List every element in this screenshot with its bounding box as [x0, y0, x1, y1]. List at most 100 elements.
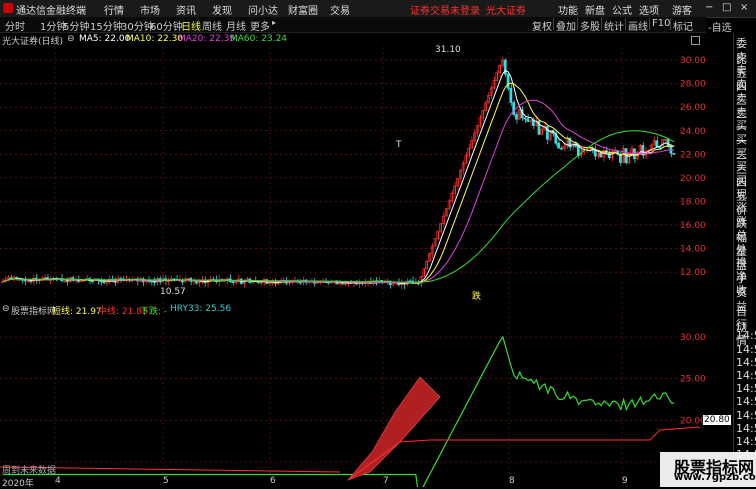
indicator-grid: 30.0025.0020.0015.00: [0, 302, 706, 487]
candle-body: [442, 215, 445, 224]
short-line: [3, 335, 675, 487]
candlesticks: [1, 56, 676, 290]
candle-body: [529, 119, 532, 122]
candle-body: [461, 162, 465, 172]
candle-body: [484, 102, 487, 111]
date-month: 9: [622, 476, 628, 486]
candle-body: [473, 132, 476, 141]
candle-body: [481, 110, 485, 119]
price-tick: 14.00: [680, 245, 706, 255]
more-arrow-icon[interactable]: ▸: [272, 18, 276, 27]
menu-news[interactable]: 资讯: [176, 2, 196, 17]
tool-multi-stock[interactable]: 多股: [580, 18, 600, 33]
candle-body: [498, 64, 502, 74]
candle-body: [315, 282, 319, 284]
candle-body: [231, 281, 235, 284]
period-60min[interactable]: 60分钟: [150, 18, 183, 33]
candle-body: [62, 280, 66, 282]
candle-body: [433, 238, 437, 247]
menu-discover[interactable]: 发现: [212, 2, 232, 17]
candle-body: [652, 140, 656, 146]
candle-body: [562, 145, 566, 149]
candle-body: [540, 128, 544, 135]
tick-time-label: 14:5: [736, 408, 756, 422]
candle-body: [655, 140, 659, 148]
menu-quotes[interactable]: 行情: [104, 2, 124, 17]
app-logo-icon: [3, 3, 13, 13]
candle-body: [557, 142, 560, 149]
tool-mark[interactable]: 标记: [673, 18, 693, 33]
date-month: 8: [509, 476, 515, 486]
divider: [553, 18, 554, 30]
menu-trade[interactable]: 交易: [330, 2, 350, 17]
login-notice[interactable]: 证券交易未登录: [410, 2, 480, 17]
candle-body: [464, 155, 468, 164]
collapse-icon[interactable]: ⊖: [2, 304, 10, 314]
fall-label: 下跌: -: [140, 307, 168, 317]
candle-body: [197, 281, 201, 284]
maximize-button[interactable]: □: [722, 2, 731, 13]
candle-body: [588, 148, 591, 150]
tool-add-watchlist[interactable]: -自选: [708, 19, 732, 34]
menu-formula[interactable]: 公式: [612, 2, 632, 17]
candle-body: [658, 146, 662, 149]
menu-functions[interactable]: 功能: [558, 2, 578, 17]
price-tick: 28.00: [680, 80, 706, 90]
price-tick: 18.00: [680, 197, 706, 207]
menu-bar: 通达信金融终端 行情 市场 资讯 发现 问小达 财富圈 交易 证券交易未登录 光…: [0, 0, 756, 18]
candle-body: [65, 280, 69, 283]
ma10-label: MA10: 22.30: [126, 34, 184, 44]
period-5min[interactable]: 5分钟: [63, 18, 89, 33]
broker-name[interactable]: 光大证券: [486, 2, 526, 17]
candle-body: [91, 280, 94, 283]
period-monthly[interactable]: 月线: [226, 18, 246, 33]
tool-restore-rights[interactable]: 复权: [532, 18, 552, 33]
future-data-note: 周到未来数据: [2, 466, 57, 476]
period-timeshare[interactable]: 分时: [5, 18, 25, 33]
candle-body: [672, 153, 676, 155]
kline-svg: 30.00 28.00 26.00 24.00 22.00 20.00 18.00 16.00…: [0, 47, 706, 298]
window-box-icon[interactable]: [691, 36, 700, 45]
period-more[interactable]: 更多: [250, 18, 270, 33]
menu-ask[interactable]: 问小达: [248, 2, 278, 17]
price-tick: 26.00: [680, 103, 706, 113]
period-30min[interactable]: 30分钟: [121, 18, 154, 33]
date-year: 2020年: [2, 479, 34, 489]
candle-body: [512, 102, 516, 115]
price-tick: 30.00: [680, 56, 706, 66]
indicator-panel[interactable]: 30.0025.0020.0015.00 ⊖ 股票指标网 短线: 21.97 中…: [0, 302, 731, 487]
price-tick: 20.00: [680, 174, 706, 184]
period-daily[interactable]: 日线: [181, 18, 201, 33]
candle-body: [268, 282, 271, 284]
collapse-icon[interactable]: ⊖: [67, 34, 75, 44]
candle-body: [489, 87, 493, 96]
app-title: 通达信金融终端: [16, 6, 86, 17]
price-axis: 30.00 28.00 26.00 24.00 22.00 20.00 18.00 16.00…: [680, 56, 706, 278]
menu-options[interactable]: 选项: [639, 2, 659, 17]
candle-body: [599, 153, 603, 158]
tick-time-label: 14:5: [736, 329, 756, 343]
period-15min[interactable]: 15分钟: [90, 18, 123, 33]
tool-f10[interactable]: F10: [652, 18, 670, 29]
tool-draw-line[interactable]: 画线: [628, 18, 648, 33]
indicator-tick: 30.00: [680, 333, 706, 343]
tool-statistics[interactable]: 统计: [604, 18, 624, 33]
candle-body: [43, 277, 47, 279]
guest-user[interactable]: 游客: [672, 2, 692, 17]
bottom-tag: 跌: [472, 292, 482, 302]
period-weekly[interactable]: 周线: [202, 18, 222, 33]
tool-overlay[interactable]: 叠加: [556, 18, 576, 33]
candle-body: [475, 125, 479, 134]
quote-side-panel: 委比 卖五 卖四 卖三 卖二 卖一 买一 买二 买三 买四 买五 现价 涨跌 涨幅 总量 外盘 换手 净资 收益 自动…: [733, 33, 756, 487]
minimize-button[interactable]: −: [705, 2, 713, 13]
close-button[interactable]: ×: [740, 2, 748, 13]
date-month: 4: [55, 476, 61, 486]
main-kline-chart[interactable]: 30.00 28.00 26.00 24.00 22.00 20.00 18.00 16.00…: [0, 33, 706, 302]
menu-market[interactable]: 市场: [140, 2, 160, 17]
menu-wealth[interactable]: 财富圈: [288, 2, 318, 17]
date-month: 7: [383, 476, 389, 486]
candle-body: [509, 88, 513, 103]
candle-body: [596, 153, 600, 157]
candle-body: [621, 148, 625, 163]
menu-new[interactable]: 新盘: [585, 2, 605, 17]
